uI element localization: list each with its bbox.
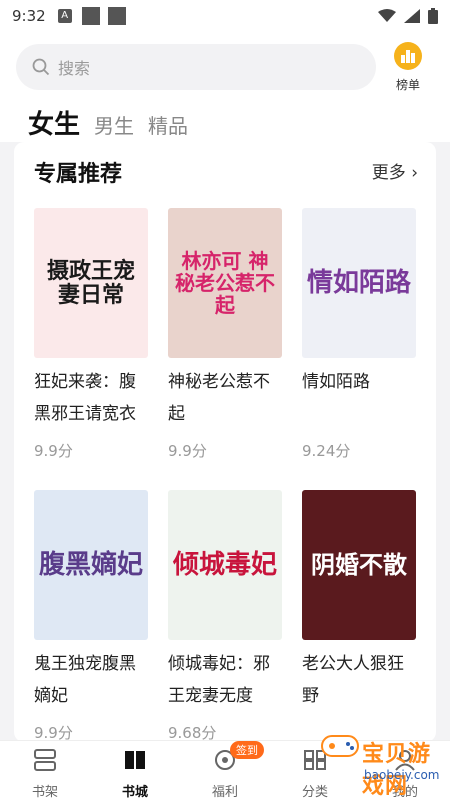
category-tabs: 女生 男生 精品: [28, 104, 188, 141]
cover-title: 腹黑嫡妃: [38, 549, 143, 580]
tab-welfare[interactable]: 签到 福利: [180, 741, 270, 800]
recommend-section: 专属推荐 更多 › 摄政王宠妻日常 狂妃来袭：腹黑邪王请宽衣 9.9分 林亦可 …: [14, 142, 436, 742]
tab-label: 福利: [211, 785, 238, 800]
chevron-right-icon: ›: [411, 163, 418, 183]
search-placeholder: 搜索: [58, 59, 91, 78]
more-link[interactable]: 更多 ›: [372, 158, 418, 183]
book-item[interactable]: 阴婚不散 老公大人狠狂野: [302, 490, 420, 722]
book-item[interactable]: 林亦可 神秘老公惹不起 神秘老公惹不起 9.9分: [168, 208, 286, 461]
cover-title: 倾城毒妃: [172, 549, 277, 580]
book-score: 9.24分: [302, 442, 351, 460]
book-title: 老公大人狠狂野: [302, 654, 404, 706]
book-score: 9.9分: [34, 442, 73, 460]
book-icon: [125, 751, 145, 769]
cover-title: 阴婚不散: [311, 549, 407, 579]
watermark-logo: 宝贝游戏网 baobeiy.com: [318, 712, 448, 799]
book-item[interactable]: 倾城毒妃 倾城毒妃：邪王宠妻无度 9.68分: [168, 490, 286, 743]
tab-label: 书架: [31, 785, 58, 800]
book-cover[interactable]: 情如陌路: [302, 208, 416, 358]
cover-title: 情如陌路: [306, 267, 411, 298]
tab-label: 书城: [121, 785, 148, 800]
cover-title: 摄政王宠妻日常: [46, 257, 135, 308]
tab-premium[interactable]: 精品: [148, 110, 188, 139]
ranking-icon: [394, 42, 422, 70]
tab-male[interactable]: 男生: [94, 110, 134, 139]
tab-bookshelf[interactable]: 书架: [0, 741, 90, 800]
notification-a-icon: A: [57, 9, 72, 23]
book-cover[interactable]: 阴婚不散: [302, 490, 416, 640]
rank-button[interactable]: 榜单: [388, 42, 428, 93]
gamepad-icon: [321, 735, 359, 757]
book-title: 倾城毒妃：邪王宠妻无度: [168, 654, 270, 706]
watermark-url: baobeiy.com: [364, 768, 440, 782]
notification-icon: [107, 7, 126, 25]
book-title: 狂妃来袭：腹黑邪王请宽衣: [34, 372, 136, 424]
book-item[interactable]: 摄政王宠妻日常 狂妃来袭：腹黑邪王请宽衣 9.9分: [34, 208, 152, 461]
tab-female[interactable]: 女生: [28, 104, 80, 141]
cover-title: 林亦可 神秘老公惹不起: [175, 249, 275, 317]
section-title: 专属推荐: [34, 162, 123, 187]
bookshelf-icon: [34, 749, 56, 771]
book-cover[interactable]: 腹黑嫡妃: [34, 490, 148, 640]
wifi-icon: [378, 9, 396, 22]
signin-badge: 签到: [230, 741, 264, 759]
book-title: 鬼王独宠腹黑嫡妃: [34, 654, 136, 706]
book-score: 9.9分: [168, 442, 207, 460]
header: 搜索 榜单 女生 男生 精品: [0, 32, 450, 142]
search-icon: [32, 58, 50, 76]
status-icons: [378, 8, 438, 24]
tab-bookstore[interactable]: 书城: [90, 741, 180, 800]
book-cover[interactable]: 摄政王宠妻日常: [34, 208, 148, 358]
notification-icon: [81, 7, 100, 25]
battery-icon: [428, 8, 438, 24]
search-input[interactable]: 搜索: [16, 44, 376, 90]
book-title: 神秘老公惹不起: [168, 372, 270, 424]
more-label: 更多: [371, 163, 406, 183]
status-bar: 9:32 A: [0, 0, 450, 32]
signal-icon: [404, 9, 420, 23]
book-cover[interactable]: 林亦可 神秘老公惹不起: [168, 208, 282, 358]
book-cover[interactable]: 倾城毒妃: [168, 490, 282, 640]
status-time: 9:32: [12, 7, 46, 25]
book-item[interactable]: 腹黑嫡妃 鬼王独宠腹黑嫡妃 9.9分: [34, 490, 152, 743]
rank-label: 榜单: [395, 78, 420, 92]
book-item[interactable]: 情如陌路 情如陌路 9.24分: [302, 208, 420, 461]
book-title: 情如陌路: [302, 372, 370, 392]
